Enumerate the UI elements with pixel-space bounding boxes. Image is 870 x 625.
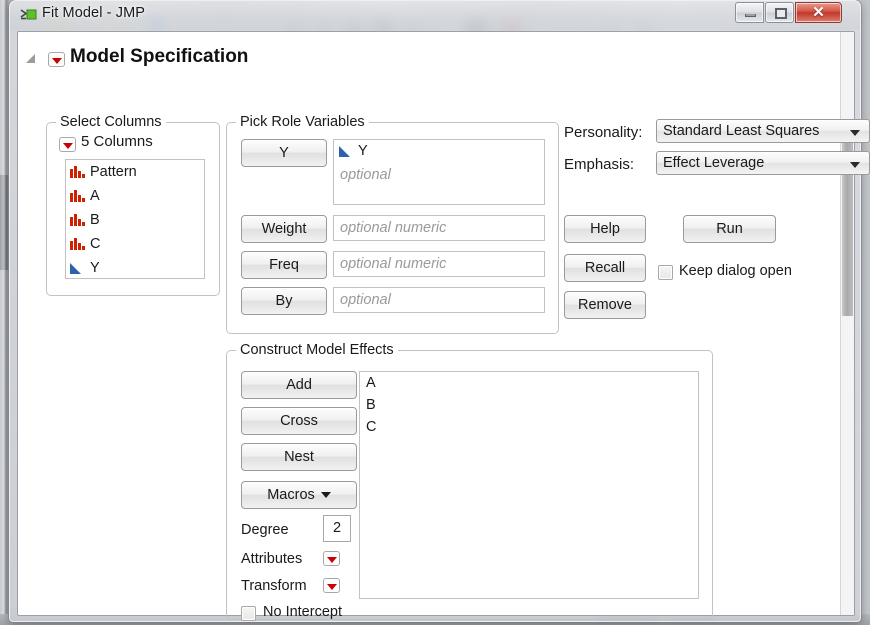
list-item[interactable]: C [360,416,698,438]
column-name: A [90,188,100,204]
y-role-entry[interactable]: Y [334,140,544,163]
personality-value: Standard Least Squares [663,123,819,139]
columns-count-label: 5 Columns [81,133,153,150]
help-button[interactable]: Help [564,215,646,243]
attributes-label: Attributes [241,551,302,567]
personality-select[interactable]: Standard Least Squares [656,119,870,143]
macros-label: Macros [267,487,315,503]
emphasis-label: Emphasis: [564,156,634,173]
construct-model-effects-panel: Construct Model Effects Add Cross Nest M… [226,350,713,620]
column-name: C [90,236,100,252]
emphasis-value: Effect Leverage [663,155,764,171]
run-button[interactable]: Run [683,215,776,243]
maximize-button[interactable] [765,2,794,23]
column-name: Pattern [90,164,137,180]
remove-button[interactable]: Remove [564,291,646,319]
cross-effect-button[interactable]: Cross [241,407,357,435]
recall-button[interactable]: Recall [564,254,646,282]
y-role-placeholder: optional [334,163,544,187]
columns-list[interactable]: Pattern A [65,159,205,279]
chevron-down-icon [321,492,331,498]
freq-role-button[interactable]: Freq [241,251,327,279]
list-item[interactable]: A [360,372,698,394]
list-item[interactable]: Pattern [66,160,204,184]
y-role-field[interactable]: Y optional [333,139,545,205]
dialog-client-area: Model Specification Select Columns 5 Col… [17,31,855,616]
desktop-left-edge [0,0,9,625]
by-role-field[interactable]: optional [333,287,545,313]
freq-role-placeholder: optional numeric [334,252,544,276]
list-item[interactable]: B [360,394,698,416]
column-name: B [90,212,100,228]
degree-input[interactable]: 2 [323,515,351,542]
model-spec-menu-icon[interactable] [48,52,65,67]
macros-button[interactable]: Macros [241,481,357,509]
list-item[interactable]: A [66,184,204,208]
maximize-icon [775,8,787,19]
minimize-button[interactable] [735,2,764,23]
title-bar[interactable]: Fit Model - JMP ✕ [10,1,860,30]
nominal-icon [69,189,86,203]
no-intercept-checkbox[interactable] [241,606,256,621]
transform-menu-icon[interactable] [323,578,340,593]
degree-label: Degree [241,522,289,538]
close-icon: ✕ [796,3,841,22]
y-role-button[interactable]: Y [241,139,327,167]
continuous-icon [338,145,355,158]
no-intercept-label: No Intercept [263,604,342,620]
list-item[interactable]: B [66,208,204,232]
chevron-down-icon [850,130,860,136]
pick-role-variables-panel: Pick Role Variables Y Y optional Weight … [226,122,559,334]
transform-label: Transform [241,578,307,594]
by-role-button[interactable]: By [241,287,327,315]
add-effect-button[interactable]: Add [241,371,357,399]
close-button[interactable]: ✕ [795,2,842,23]
freq-role-field[interactable]: optional numeric [333,251,545,277]
construct-model-effects-legend: Construct Model Effects [236,342,398,358]
jmp-app-icon [20,7,38,23]
weight-role-placeholder: optional numeric [334,216,544,240]
nominal-icon [69,213,86,227]
minimize-icon [745,14,756,17]
page-title: Model Specification [70,46,248,68]
keep-dialog-open-checkbox[interactable] [658,265,673,280]
select-columns-legend: Select Columns [56,114,166,130]
select-columns-panel: Select Columns 5 Columns Pattern [46,122,220,296]
by-role-placeholder: optional [334,288,544,312]
columns-menu-icon[interactable] [59,137,76,152]
disclosure-triangle-icon[interactable] [26,54,35,63]
column-name: Y [90,260,100,276]
model-effects-list[interactable]: A B C [359,371,699,599]
pick-role-variables-legend: Pick Role Variables [236,114,369,130]
emphasis-select[interactable]: Effect Leverage [656,151,870,175]
desktop-left-shadow [0,175,9,270]
nominal-icon [69,165,86,179]
attributes-menu-icon[interactable] [323,551,340,566]
list-item[interactable]: Y [66,256,204,279]
nominal-icon [69,237,86,251]
weight-role-button[interactable]: Weight [241,215,327,243]
continuous-icon [69,262,86,275]
list-item[interactable]: C [66,232,204,256]
weight-role-field[interactable]: optional numeric [333,215,545,241]
fit-model-window: Fit Model - JMP ✕ Model Specification Se… [9,0,861,622]
keep-dialog-open-label: Keep dialog open [679,263,792,279]
nest-effect-button[interactable]: Nest [241,443,357,471]
window-title: Fit Model - JMP [42,5,145,21]
chevron-down-icon [850,162,860,168]
y-role-value: Y [358,143,368,159]
personality-label: Personality: [564,124,642,141]
